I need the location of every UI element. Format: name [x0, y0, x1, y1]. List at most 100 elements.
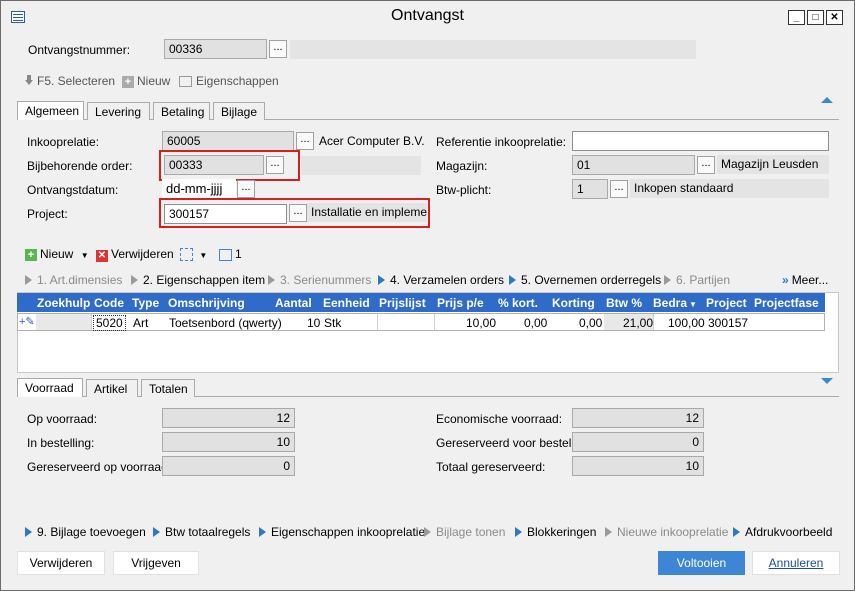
cell-kort[interactable]: 0,00	[524, 316, 547, 330]
tab-betaling[interactable]: Betaling	[153, 102, 210, 120]
col-eenheid[interactable]: Eenheid	[323, 296, 370, 310]
col-zoekhulp[interactable]: Zoekhulp	[37, 296, 90, 310]
action-btw-totaalregels[interactable]: Btw totaalregels	[153, 525, 250, 539]
sort-down-icon: ▼	[689, 300, 697, 309]
cell-zoekhulp[interactable]	[36, 314, 92, 330]
window-title: Ontvangst	[391, 7, 464, 24]
btw-plicht-field[interactable]: 1	[572, 179, 608, 199]
maximize-icon[interactable]: □	[807, 10, 824, 25]
step-overnemen-orderregels[interactable]: 5. Overnemen orderregels	[509, 273, 661, 287]
project-label: Project:	[27, 207, 68, 221]
cell-omschrijving[interactable]: Toetsenbord (qwerty)	[169, 316, 282, 330]
col-bedrag[interactable]: Bedra ▼	[653, 296, 697, 310]
col-kort[interactable]: % kort.	[498, 296, 538, 310]
arrow-right-icon	[131, 274, 138, 285]
arrow-right-icon	[25, 526, 32, 537]
btw-plicht-description: Inkopen standaard	[630, 179, 829, 198]
plus-icon: +	[122, 76, 134, 88]
step-serienummers[interactable]: 3. Serienummers	[268, 273, 371, 287]
tab-voorraad[interactable]: Voorraad	[17, 378, 83, 397]
close-icon[interactable]: ✕	[826, 10, 843, 25]
ontvangstnummer-description	[290, 40, 696, 59]
action-bijlage-toevoegen[interactable]: 9. Bijlage toevoegen	[25, 525, 146, 539]
btw-plicht-label: Btw-plicht:	[436, 183, 492, 197]
step-meer[interactable]: » Meer...	[782, 273, 828, 287]
dropdown-arrow-icon: ▼	[199, 251, 208, 260]
cell-aantal[interactable]: 10	[307, 316, 320, 330]
col-aantal[interactable]: Aantal	[275, 296, 312, 310]
action-afdrukvoorbeeld[interactable]: Afdrukvoorbeeld	[733, 525, 832, 539]
cell-eenheid[interactable]: Stk	[324, 316, 341, 330]
voltooien-button[interactable]: Voltooien	[658, 551, 745, 575]
action-blokkeringen[interactable]: Blokkeringen	[515, 525, 596, 539]
vrijgeven-button[interactable]: Vrijgeven	[113, 551, 199, 575]
arrow-right-icon	[509, 274, 516, 285]
inkooprelatie-field[interactable]: 60005	[162, 131, 294, 151]
collapse-down-icon[interactable]	[821, 378, 833, 384]
edit-row-icon: +✎	[19, 316, 35, 328]
layout-menu-button[interactable]: ▼	[180, 247, 208, 262]
magazijn-lookup-button[interactable]: ...	[697, 156, 715, 174]
col-code[interactable]: Code	[94, 296, 124, 310]
delete-icon: ✕	[96, 250, 108, 262]
col-projectfase[interactable]: Projectfase	[754, 296, 819, 310]
action-nieuwe-inkooprelatie[interactable]: Nieuwe inkooprelatie	[605, 525, 728, 539]
dropdown-arrow-icon: ▼	[80, 251, 89, 260]
line-count-indicator[interactable]: 1	[219, 247, 242, 261]
step-art-dimensies[interactable]: 1. Art.dimensies	[25, 273, 122, 287]
f5-selecteren-button[interactable]: F5. Selecteren	[25, 74, 115, 88]
col-btw[interactable]: Btw %	[606, 296, 642, 310]
tab-artikel[interactable]: Artikel	[86, 379, 138, 397]
gereserveerd-voor-bestelling-label: Gereserveerd voor bestelling	[436, 436, 591, 450]
inkooprelatie-lookup-button[interactable]: ...	[296, 132, 314, 150]
title-bar: Ontvangst _ □ ✕	[1, 1, 854, 32]
cell-type[interactable]: Art	[133, 316, 148, 330]
bijbehorende-order-description	[301, 156, 421, 175]
economische-voorraad-field: 12	[572, 408, 704, 428]
ontvangstnummer-field[interactable]: 00336	[164, 39, 267, 59]
ontvangst-window: Ontvangst _ □ ✕ Ontvangstnummer: 00336 .…	[0, 0, 855, 591]
arrow-right-icon	[733, 526, 740, 537]
cell-prijs[interactable]: 10,00	[466, 316, 496, 330]
col-type[interactable]: Type	[132, 296, 159, 310]
cell-code[interactable]: 5020	[93, 315, 126, 331]
btw-plicht-lookup-button[interactable]: ...	[610, 180, 628, 198]
collapse-up-icon[interactable]	[821, 97, 833, 103]
verwijderen-line-button[interactable]: ✕ Verwijderen	[96, 247, 174, 262]
ontvangstnummer-lookup-button[interactable]: ...	[269, 40, 287, 58]
annuleren-button[interactable]: Annuleren	[752, 551, 840, 575]
action-eigenschappen-inkooprelatie[interactable]: Eigenschappen inkooprelatie	[259, 525, 425, 539]
arrow-right-icon	[25, 274, 32, 285]
plus-icon: +	[25, 249, 37, 261]
nieuw-line-button[interactable]: + Nieuw ▼	[25, 247, 89, 261]
cell-bedrag[interactable]: 100,00	[668, 316, 705, 330]
cell-project[interactable]: 300157	[708, 316, 748, 330]
step-partijen[interactable]: 6. Partijen	[664, 273, 730, 287]
referentie-field[interactable]	[572, 131, 829, 151]
arrow-right-icon	[605, 526, 612, 537]
tab-levering[interactable]: Levering	[87, 102, 150, 120]
col-project[interactable]: Project	[706, 296, 747, 310]
action-bijlage-tonen[interactable]: Bijlage tonen	[424, 525, 505, 539]
table-row[interactable]: +✎ 5020 Art Toetsenbord (qwerty) 10 Stk …	[17, 313, 825, 331]
ontvangstdatum-picker-button[interactable]: ...	[237, 180, 255, 198]
col-omschrijving[interactable]: Omschrijving	[168, 296, 245, 310]
cell-prijslijst[interactable]	[377, 314, 435, 330]
verwijderen-button[interactable]: Verwijderen	[17, 551, 105, 575]
col-prijslijst[interactable]: Prijslijst	[379, 296, 426, 310]
col-korting[interactable]: Korting	[552, 296, 595, 310]
nieuw-toolbar-button[interactable]: + Nieuw	[122, 74, 170, 88]
tab-totalen[interactable]: Totalen	[141, 379, 195, 397]
tab-bijlage[interactable]: Bijlage	[213, 102, 265, 120]
col-prijs-pe[interactable]: Prijs p/e	[437, 296, 484, 310]
cell-korting[interactable]: 0,00	[579, 316, 602, 330]
step-eigenschappen-item[interactable]: 2. Eigenschappen item	[131, 273, 265, 287]
cell-btw[interactable]: 21,00	[623, 316, 653, 330]
eigenschappen-toolbar-button[interactable]: Eigenschappen	[179, 74, 279, 88]
tab-algemeen[interactable]: Algemeen	[17, 101, 84, 120]
step-verzamelen-orders[interactable]: 4. Verzamelen orders	[378, 273, 504, 287]
magazijn-description: Magazijn Leusden	[717, 155, 829, 174]
ontvangstdatum-field[interactable]: dd-mm-jjjj	[162, 179, 236, 199]
minimize-icon[interactable]: _	[788, 10, 805, 25]
magazijn-field[interactable]: 01	[572, 155, 695, 175]
